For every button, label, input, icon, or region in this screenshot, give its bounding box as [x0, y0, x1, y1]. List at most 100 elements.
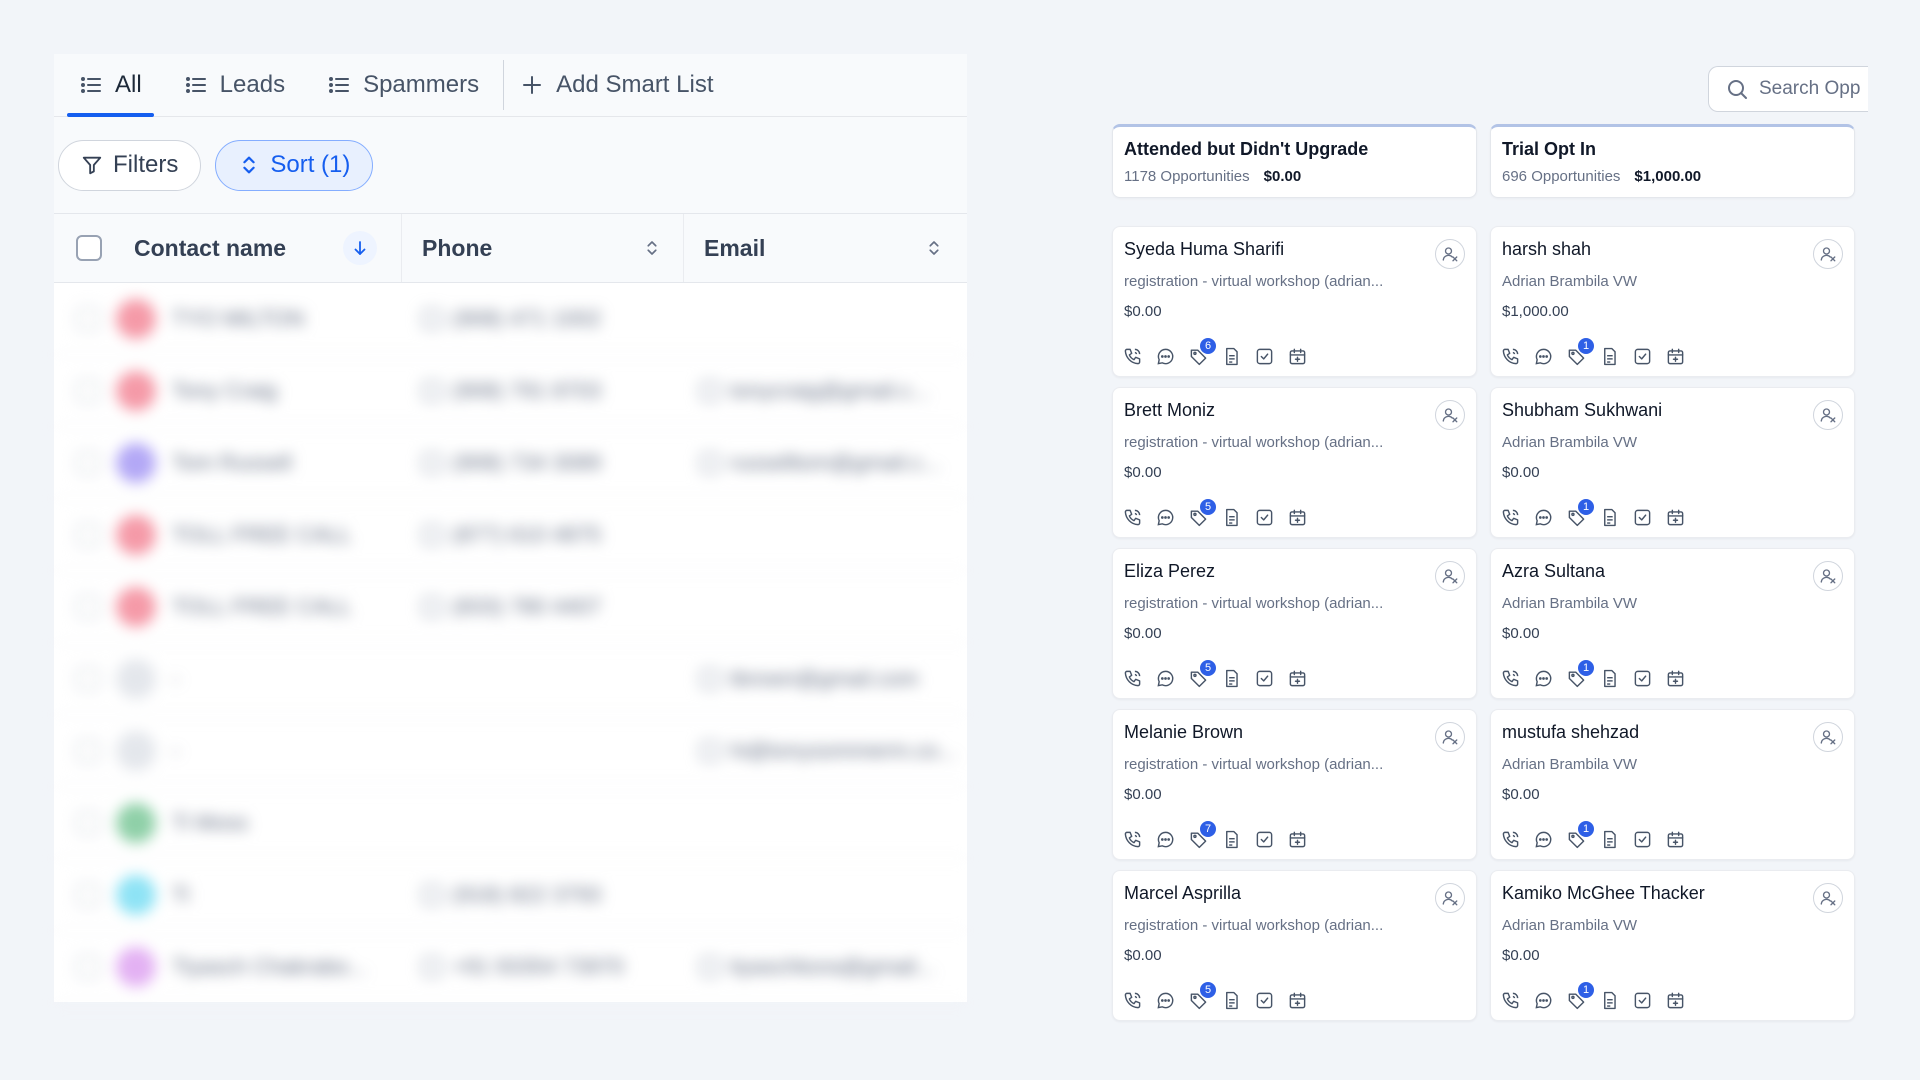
calendar-add-icon[interactable]: [1666, 991, 1685, 1010]
calendar-add-icon[interactable]: [1288, 508, 1307, 527]
contact-name[interactable]: TOLL FREE CALL: [172, 594, 352, 620]
opportunity-name[interactable]: Eliza Perez: [1124, 561, 1465, 582]
note-icon[interactable]: [1222, 991, 1241, 1010]
task-icon[interactable]: [1633, 669, 1652, 688]
opportunity-card[interactable]: Brett Moniz registration - virtual worksh…: [1112, 387, 1477, 538]
assign-user-icon[interactable]: [1813, 883, 1843, 913]
calendar-add-icon[interactable]: [1288, 991, 1307, 1010]
calendar-add-icon[interactable]: [1666, 669, 1685, 688]
assign-user-icon[interactable]: [1813, 400, 1843, 430]
column-contact-name[interactable]: Contact name: [54, 214, 402, 282]
opportunity-card[interactable]: Azra Sultana Adrian Brambila VW $0.00 1: [1490, 548, 1855, 699]
note-icon[interactable]: [1222, 830, 1241, 849]
opportunity-name[interactable]: Kamiko McGhee Thacker: [1502, 883, 1843, 904]
calendar-add-icon[interactable]: [1288, 347, 1307, 366]
opportunity-card[interactable]: Marcel Asprilla registration - virtual wo…: [1112, 870, 1477, 1021]
sort-button[interactable]: Sort (1): [215, 139, 374, 191]
phone-call-icon[interactable]: [1501, 508, 1520, 527]
chat-icon[interactable]: [1534, 669, 1553, 688]
assign-user-icon[interactable]: [1813, 722, 1843, 752]
email-address[interactable]: tbrown@gmail.com: [730, 666, 919, 692]
contact-name[interactable]: -: [172, 738, 179, 764]
chat-icon[interactable]: [1156, 830, 1175, 849]
select-all-checkbox[interactable]: [76, 235, 102, 261]
chat-icon[interactable]: [1156, 991, 1175, 1010]
chat-icon[interactable]: [1156, 347, 1175, 366]
task-icon[interactable]: [1255, 347, 1274, 366]
row-checkbox[interactable]: [76, 666, 100, 691]
table-row[interactable]: TOLL FREE CALL (877) 610 4875: [54, 499, 967, 571]
tag-icon[interactable]: 1: [1567, 499, 1594, 527]
opportunity-name[interactable]: Marcel Asprilla: [1124, 883, 1465, 904]
stage-header[interactable]: Trial Opt In 696 Opportunities $1,000.00: [1490, 124, 1855, 198]
opportunity-name[interactable]: Brett Moniz: [1124, 400, 1465, 421]
row-checkbox[interactable]: [76, 378, 100, 403]
row-checkbox[interactable]: [76, 882, 100, 907]
note-icon[interactable]: [1600, 347, 1619, 366]
opportunity-card[interactable]: Melanie Brown registration - virtual work…: [1112, 709, 1477, 860]
calendar-add-icon[interactable]: [1288, 669, 1307, 688]
tag-icon[interactable]: 1: [1567, 660, 1594, 688]
opportunity-name[interactable]: Melanie Brown: [1124, 722, 1465, 743]
opportunity-name[interactable]: harsh shah: [1502, 239, 1843, 260]
contact-name[interactable]: Ti: [172, 882, 190, 908]
tab-leads[interactable]: Leads: [172, 54, 297, 116]
email-address[interactable]: hi@tonysommerm.co...: [730, 738, 957, 764]
row-checkbox[interactable]: [76, 450, 100, 475]
table-row[interactable]: Ti Moss: [54, 787, 967, 859]
calendar-add-icon[interactable]: [1666, 830, 1685, 849]
phone-number[interactable]: (908) 734 3089: [452, 450, 601, 476]
assign-user-icon[interactable]: [1435, 722, 1465, 752]
phone-call-icon[interactable]: [1501, 669, 1520, 688]
task-icon[interactable]: [1255, 508, 1274, 527]
opportunity-card[interactable]: Syeda Huma Sharifi registration - virtual…: [1112, 226, 1477, 377]
phone-number[interactable]: (918) 822 3793: [452, 882, 601, 908]
calendar-add-icon[interactable]: [1666, 508, 1685, 527]
opportunity-card[interactable]: Shubham Sukhwani Adrian Brambila VW $0.00 1: [1490, 387, 1855, 538]
task-icon[interactable]: [1633, 347, 1652, 366]
row-checkbox[interactable]: [76, 954, 100, 979]
task-icon[interactable]: [1255, 830, 1274, 849]
table-row[interactable]: TYO MILTON (908) 471 1002: [54, 283, 967, 355]
opportunity-card[interactable]: mustufa shehzad Adrian Brambila VW $0.00 1: [1490, 709, 1855, 860]
sort-arrows-icon[interactable]: [643, 239, 661, 257]
assign-user-icon[interactable]: [1813, 239, 1843, 269]
phone-call-icon[interactable]: [1123, 830, 1142, 849]
phone-call-icon[interactable]: [1501, 830, 1520, 849]
chat-icon[interactable]: [1534, 991, 1553, 1010]
assign-user-icon[interactable]: [1435, 561, 1465, 591]
phone-call-icon[interactable]: [1123, 669, 1142, 688]
contact-name[interactable]: Ti Moss: [172, 810, 248, 836]
assign-user-icon[interactable]: [1435, 883, 1465, 913]
phone-number[interactable]: +91 93354 73970: [452, 954, 624, 980]
table-row[interactable]: - hi@tonysommerm.co...: [54, 715, 967, 787]
tab-all[interactable]: All: [67, 54, 154, 117]
contact-name[interactable]: Tony Craig: [172, 378, 277, 404]
assign-user-icon[interactable]: [1435, 400, 1465, 430]
table-row[interactable]: Ti (918) 822 3793: [54, 859, 967, 931]
chat-icon[interactable]: [1534, 830, 1553, 849]
tag-icon[interactable]: 5: [1189, 499, 1216, 527]
column-email[interactable]: Email: [684, 214, 965, 282]
assign-user-icon[interactable]: [1435, 239, 1465, 269]
calendar-add-icon[interactable]: [1666, 347, 1685, 366]
note-icon[interactable]: [1600, 991, 1619, 1010]
opportunity-name[interactable]: Azra Sultana: [1502, 561, 1843, 582]
phone-number[interactable]: (908) 791 8703: [452, 378, 601, 404]
assign-user-icon[interactable]: [1813, 561, 1843, 591]
phone-call-icon[interactable]: [1123, 347, 1142, 366]
tag-icon[interactable]: 1: [1567, 821, 1594, 849]
contact-name[interactable]: TOLL FREE CALL: [172, 522, 352, 548]
row-checkbox[interactable]: [76, 306, 100, 331]
table-row[interactable]: TOLL FREE CALL (833) 780 4407: [54, 571, 967, 643]
email-address[interactable]: tiyaschkora@gmail...: [730, 954, 935, 980]
chat-icon[interactable]: [1156, 669, 1175, 688]
task-icon[interactable]: [1633, 508, 1652, 527]
phone-call-icon[interactable]: [1123, 508, 1142, 527]
opportunity-card[interactable]: Eliza Perez registration - virtual worksh…: [1112, 548, 1477, 699]
opportunity-name[interactable]: Syeda Huma Sharifi: [1124, 239, 1465, 260]
column-phone[interactable]: Phone: [402, 214, 684, 282]
table-row[interactable]: - tbrown@gmail.com: [54, 643, 967, 715]
email-address[interactable]: russelltom@gmail.c...: [730, 450, 941, 476]
table-row[interactable]: Tom Russell (908) 734 3089 russelltom@gmai…: [54, 427, 967, 499]
